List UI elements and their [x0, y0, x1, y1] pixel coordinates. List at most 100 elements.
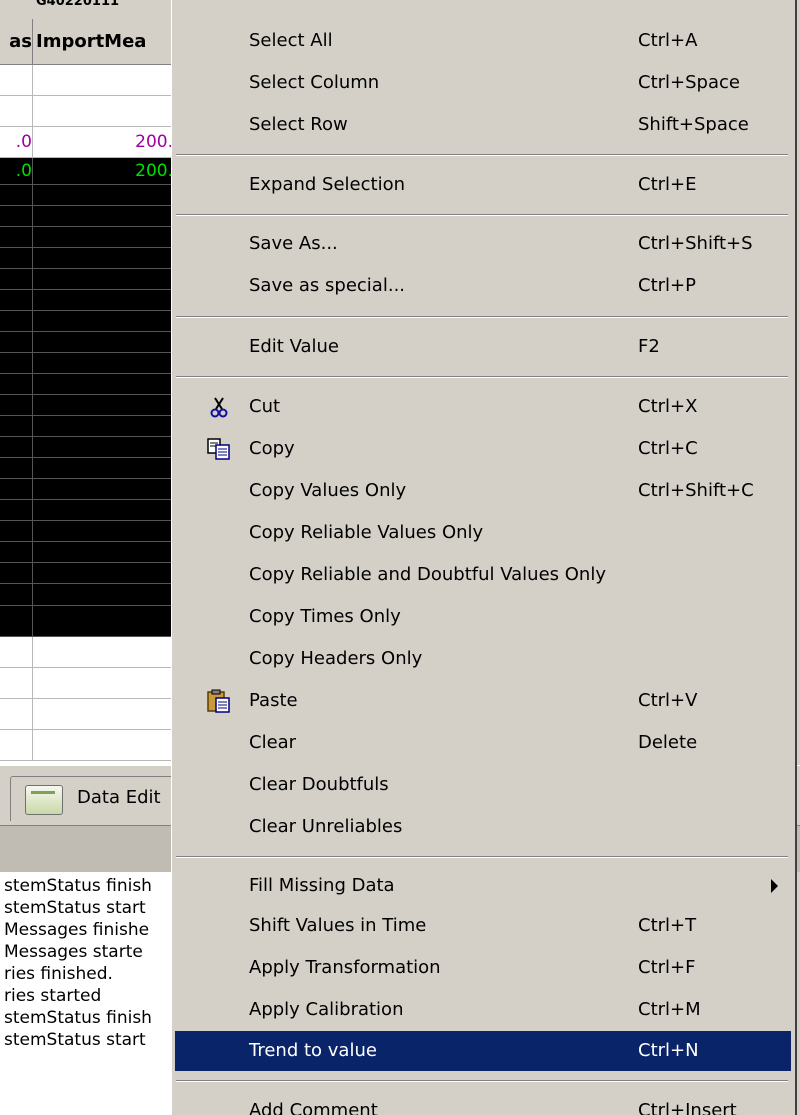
menu-item-shortcut: Delete: [638, 732, 698, 753]
menu-item-shortcut: Ctrl+X: [638, 396, 698, 417]
menu-item-copy-headers-only[interactable]: Copy Headers Only: [175, 639, 791, 679]
table-row[interactable]: [0, 65, 200, 96]
menu-item-label: Select Row: [249, 114, 348, 135]
column-header-as[interactable]: as: [0, 19, 33, 64]
data-grid[interactable]: G40220111 as ImportMea .0 200. .0 200.: [0, 0, 200, 765]
table-row[interactable]: [0, 479, 200, 500]
table-row[interactable]: [0, 458, 200, 479]
table-row[interactable]: [0, 699, 200, 730]
table-row[interactable]: [0, 96, 200, 127]
log-line: stemStatus start: [4, 898, 146, 918]
table-row[interactable]: [0, 584, 200, 606]
menu-item-label: Copy: [249, 438, 295, 459]
copy-icon: [207, 437, 231, 461]
menu-item-label: Add Comment: [249, 1100, 378, 1115]
table-cell[interactable]: .0: [0, 158, 33, 184]
menu-item-select-row[interactable]: Select Row Shift+Space: [175, 105, 791, 145]
menu-item-label: Select Column: [249, 72, 380, 93]
table-row[interactable]: [0, 206, 200, 227]
menu-item-shortcut: Ctrl+C: [638, 438, 698, 459]
menu-item-label: Copy Reliable Values Only: [249, 522, 484, 543]
menu-item-clear-doubtfuls[interactable]: Clear Doubtfuls: [175, 765, 791, 805]
submenu-arrow-icon: [771, 879, 778, 893]
table-row[interactable]: [0, 248, 200, 269]
table-row[interactable]: [0, 500, 200, 521]
menu-item-label: Copy Values Only: [249, 480, 407, 501]
table-row[interactable]: [0, 227, 200, 248]
menu-item-copy[interactable]: Copy Ctrl+C: [175, 429, 791, 469]
tab-label: Data Edit: [77, 787, 161, 808]
table-row[interactable]: [0, 374, 200, 395]
table-cell[interactable]: .0: [0, 127, 33, 157]
table-row[interactable]: [0, 290, 200, 311]
menu-separator: [176, 154, 788, 156]
menu-item-shortcut: Ctrl+M: [638, 999, 701, 1020]
menu-item-label: Edit Value: [249, 336, 340, 357]
table-cell[interactable]: [0, 96, 33, 126]
table-row[interactable]: [0, 437, 200, 458]
log-pane[interactable]: stemStatus finish stemStatus start Messa…: [0, 872, 200, 1115]
menu-item-copy-reliable-and-doubtful[interactable]: Copy Reliable and Doubtful Values Only: [175, 555, 791, 595]
menu-item-clear-unreliables[interactable]: Clear Unreliables: [175, 807, 791, 847]
log-line: ries started: [4, 986, 102, 1006]
menu-item-label: Copy Times Only: [249, 606, 401, 627]
menu-item-shortcut: Ctrl+Space: [638, 72, 740, 93]
log-line: Messages starte: [4, 942, 143, 962]
scissors-icon: [207, 395, 231, 419]
table-row[interactable]: .0 200.: [0, 158, 200, 185]
table-row[interactable]: [0, 395, 200, 416]
menu-item-copy-times-only[interactable]: Copy Times Only: [175, 597, 791, 637]
table-row[interactable]: [0, 730, 200, 761]
menu-item-shortcut: Ctrl+T: [638, 915, 697, 936]
menu-item-copy-values-only[interactable]: Copy Values Only Ctrl+Shift+C: [175, 471, 791, 511]
table-row[interactable]: [0, 668, 200, 699]
table-cell[interactable]: [0, 65, 33, 95]
menu-item-cut[interactable]: Cut Ctrl+X: [175, 387, 791, 427]
menu-item-clear[interactable]: Clear Delete: [175, 723, 791, 763]
table-row[interactable]: [0, 542, 200, 563]
menu-item-shortcut: Ctrl+Insert: [638, 1100, 737, 1115]
table-cell[interactable]: 200.: [33, 127, 178, 157]
menu-item-add-comment[interactable]: Add Comment Ctrl+Insert: [175, 1091, 791, 1115]
menu-item-select-all[interactable]: Select All Ctrl+A: [175, 21, 791, 61]
table-cell[interactable]: 200.: [33, 158, 178, 184]
menu-item-label: Shift Values in Time: [249, 915, 427, 936]
table-cell[interactable]: [33, 96, 174, 126]
table-row[interactable]: [0, 416, 200, 437]
menu-item-shortcut: Ctrl+Shift+S: [638, 233, 753, 254]
menu-item-edit-value[interactable]: Edit Value F2: [175, 327, 791, 367]
table-row[interactable]: [0, 332, 200, 353]
menu-item-shortcut: Ctrl+V: [638, 690, 698, 711]
table-row[interactable]: .0 200.: [0, 127, 200, 158]
menu-item-apply-calibration[interactable]: Apply Calibration Ctrl+M: [175, 990, 791, 1030]
menu-item-fill-missing-data[interactable]: Fill Missing Data: [175, 866, 791, 906]
menu-item-apply-transformation[interactable]: Apply Transformation Ctrl+F: [175, 948, 791, 988]
table-row[interactable]: [0, 521, 200, 542]
menu-item-save-as-special[interactable]: Save as special... Ctrl+P: [175, 266, 791, 306]
menu-item-label: Copy Reliable and Doubtful Values Only: [249, 564, 606, 585]
menu-item-paste[interactable]: Paste Ctrl+V: [175, 681, 791, 721]
menu-item-label: Apply Transformation: [249, 957, 441, 978]
menu-item-label: Clear: [249, 732, 297, 753]
table-row[interactable]: [0, 637, 200, 668]
column-header-importmea[interactable]: ImportMea: [33, 19, 187, 64]
table-row[interactable]: [0, 185, 200, 206]
menu-item-label: Save As...: [249, 233, 338, 254]
menu-item-expand-selection[interactable]: Expand Selection Ctrl+E: [175, 165, 791, 205]
menu-item-trend-to-value[interactable]: Trend to value Ctrl+N: [175, 1031, 791, 1071]
menu-item-select-column[interactable]: Select Column Ctrl+Space: [175, 63, 791, 103]
table-row[interactable]: [0, 269, 200, 290]
menu-item-shift-values-in-time[interactable]: Shift Values in Time Ctrl+T: [175, 906, 791, 946]
table-row[interactable]: [0, 311, 200, 332]
table-row[interactable]: [0, 606, 200, 637]
menu-item-copy-reliable-values-only[interactable]: Copy Reliable Values Only: [175, 513, 791, 553]
menu-item-label: Save as special...: [249, 275, 406, 296]
menu-item-save-as[interactable]: Save As... Ctrl+Shift+S: [175, 224, 791, 264]
menu-item-label: Expand Selection: [249, 174, 405, 195]
tab-data-editor[interactable]: Data Edit: [10, 776, 187, 821]
data-editor-icon: [25, 785, 63, 815]
menu-separator: [176, 376, 788, 378]
table-cell[interactable]: [33, 65, 174, 95]
table-row[interactable]: [0, 563, 200, 584]
table-row[interactable]: [0, 353, 200, 374]
